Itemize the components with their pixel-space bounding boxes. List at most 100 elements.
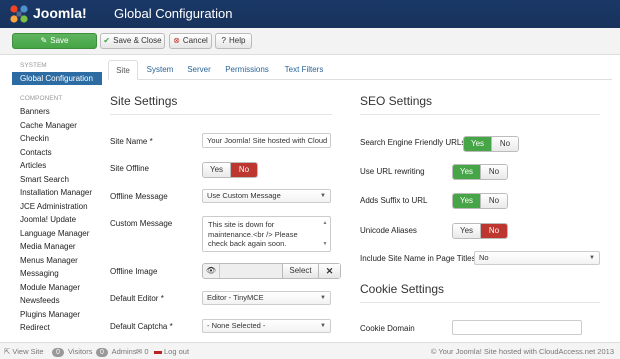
cookie-domain-input[interactable] — [452, 320, 582, 335]
scroll-down-icon[interactable]: ▼ — [322, 240, 328, 250]
url-suffix-no[interactable]: No — [480, 194, 507, 208]
sidebar: SYSTEM Global Configuration COMPONENT Ba… — [12, 60, 102, 335]
sidebar-item[interactable]: Cache Manager — [12, 119, 102, 133]
caret-down-icon: ▼ — [320, 323, 326, 329]
joomla-logo-icon — [10, 5, 28, 23]
toolbar: ✎ Save ✔ Save & Close ⊗ Cancel ? Help — [0, 28, 620, 55]
offline-message-label: Offline Message — [110, 192, 168, 201]
unicode-aliases-toggle: Yes No — [452, 223, 508, 239]
default-captcha-select[interactable]: - None Selected - ▼ — [202, 319, 331, 333]
cookie-settings-title: Cookie Settings — [360, 282, 445, 296]
sidebar-item[interactable]: Plugins Manager — [12, 308, 102, 322]
visitors-count-badge: 0 — [52, 348, 64, 357]
help-button[interactable]: ? Help — [215, 33, 252, 49]
site-name-input[interactable]: Your Joomla! Site hosted with Cloud — [202, 133, 331, 148]
admins-count-badge: 0 — [96, 348, 108, 357]
sidebar-item[interactable]: Menus Manager — [12, 254, 102, 268]
external-link-icon: ⇱ — [4, 347, 11, 356]
clear-image-icon[interactable]: ✕ — [318, 264, 340, 278]
messages-status[interactable]: ✉ 0 — [136, 347, 149, 356]
include-site-name-label: Include Site Name in Page Titles — [360, 254, 476, 263]
sidebar-item[interactable]: Smart Search — [12, 173, 102, 187]
sef-urls-toggle: Yes No — [463, 136, 519, 152]
include-site-name-select[interactable]: No ▼ — [474, 251, 600, 265]
minus-icon — [154, 350, 162, 354]
cookie-domain-label: Cookie Domain — [360, 324, 415, 333]
check-icon: ✔ — [103, 36, 111, 45]
visitors-status: 0 Visitors — [50, 347, 92, 357]
url-rewriting-no[interactable]: No — [480, 165, 507, 179]
textarea-scrollbar[interactable]: ▲ ▼ — [322, 219, 328, 249]
edit-icon: ✎ — [40, 36, 48, 45]
select-image-button[interactable]: Select — [282, 264, 318, 278]
sidebar-item-global-configuration[interactable]: Global Configuration — [12, 72, 102, 85]
textarea-line: check back again soon. — [208, 239, 287, 248]
sidebar-component-heading: COMPONENT — [20, 95, 63, 102]
divider — [360, 114, 600, 115]
seo-settings-title: SEO Settings — [360, 94, 433, 108]
default-editor-label: Default Editor * — [110, 294, 164, 303]
sidebar-item[interactable]: Redirect — [12, 321, 102, 335]
url-rewriting-toggle: Yes No — [452, 164, 508, 180]
config-tabs: Site System Server Permissions Text Filt… — [108, 60, 612, 80]
log-out-link[interactable]: Log out — [152, 347, 189, 356]
url-rewriting-yes[interactable]: Yes — [453, 165, 480, 179]
site-offline-no[interactable]: No — [230, 163, 257, 177]
sidebar-item[interactable]: Media Manager — [12, 240, 102, 254]
sidebar-component-list: Banners Cache Manager Checkin Contacts A… — [12, 105, 102, 335]
url-rewriting-label: Use URL rewriting — [360, 167, 425, 176]
site-offline-label: Site Offline — [110, 164, 149, 173]
url-suffix-label: Adds Suffix to URL — [360, 196, 428, 205]
divider — [360, 302, 600, 303]
site-offline-yes[interactable]: Yes — [203, 163, 230, 177]
tab-server[interactable]: Server — [182, 60, 216, 80]
sidebar-item[interactable]: Language Manager — [12, 227, 102, 241]
sidebar-item[interactable]: Articles — [12, 159, 102, 173]
sidebar-item[interactable]: Contacts — [12, 146, 102, 160]
copyright-text: © Your Joomla! Site hosted with CloudAcc… — [430, 347, 614, 356]
tab-text-filters[interactable]: Text Filters — [280, 60, 328, 80]
save-close-button[interactable]: ✔ Save & Close — [100, 33, 165, 49]
site-name-label: Site Name * — [110, 137, 153, 146]
offline-message-select[interactable]: Use Custom Message ▼ — [202, 189, 331, 203]
eye-icon[interactable]: 👁 — [203, 264, 219, 278]
url-suffix-yes[interactable]: Yes — [453, 194, 480, 208]
sef-urls-no[interactable]: No — [491, 137, 518, 151]
custom-message-label: Custom Message — [110, 219, 173, 228]
save-button[interactable]: ✎ Save — [12, 33, 97, 49]
page-title: Global Configuration — [114, 6, 233, 21]
sef-urls-yes[interactable]: Yes — [464, 137, 491, 151]
default-editor-select[interactable]: Editor - TinyMCE ▼ — [202, 291, 331, 305]
caret-down-icon: ▼ — [320, 295, 326, 301]
sef-urls-label: Search Engine Friendly URLs — [360, 138, 466, 147]
unicode-aliases-label: Unicode Aliases — [360, 226, 417, 235]
cancel-button[interactable]: ⊗ Cancel — [169, 33, 212, 49]
offline-image-path — [219, 264, 282, 278]
divider — [110, 114, 332, 115]
custom-message-textarea[interactable]: This site is down for maintenance.<br />… — [202, 216, 331, 252]
tab-system[interactable]: System — [142, 60, 178, 80]
tab-permissions[interactable]: Permissions — [222, 60, 272, 80]
caret-down-icon: ▼ — [320, 193, 326, 199]
sidebar-item[interactable]: Newsfeeds — [12, 294, 102, 308]
sidebar-item[interactable]: Banners — [12, 105, 102, 119]
sidebar-item[interactable]: Installation Manager — [12, 186, 102, 200]
sidebar-system-heading: SYSTEM — [20, 62, 47, 69]
site-settings-title: Site Settings — [110, 94, 178, 108]
view-site-link[interactable]: ⇱ View Site — [4, 347, 44, 356]
admins-status: 0 Admins — [94, 347, 137, 357]
sidebar-item[interactable]: Checkin — [12, 132, 102, 146]
mail-icon: ✉ — [136, 347, 143, 356]
app-header: Joomla! Global Configuration — [0, 0, 620, 28]
scroll-up-icon[interactable]: ▲ — [322, 219, 328, 229]
url-suffix-toggle: Yes No — [452, 193, 508, 209]
sidebar-item[interactable]: Messaging — [12, 267, 102, 281]
offline-image-picker: 👁 Select ✕ — [202, 263, 341, 279]
sidebar-item[interactable]: JCE Administration — [12, 200, 102, 214]
sidebar-item[interactable]: Module Manager — [12, 281, 102, 295]
unicode-aliases-no[interactable]: No — [480, 224, 507, 238]
sidebar-item[interactable]: Joomla! Update — [12, 213, 102, 227]
status-footer: ⇱ View Site 0 Visitors 0 Admins ✉ 0 Log … — [0, 342, 620, 359]
unicode-aliases-yes[interactable]: Yes — [453, 224, 480, 238]
tab-site[interactable]: Site — [108, 60, 138, 80]
